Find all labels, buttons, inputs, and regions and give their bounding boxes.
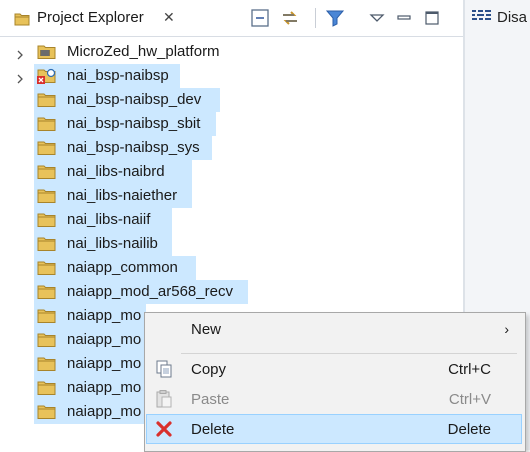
folder-icon	[37, 380, 57, 396]
folder-icon	[37, 188, 57, 204]
tree-item-label: naiapp_mod_ar568_recv	[67, 283, 233, 300]
folder-icon	[37, 116, 57, 132]
tree-item[interactable]: nai_libs-naiether	[0, 184, 444, 208]
tree-item-label: nai_bsp-naibsp_sbit	[67, 115, 201, 132]
tree-item-label: naiapp_mo	[67, 355, 142, 372]
tree-item-label: nai_libs-naiether	[67, 187, 178, 204]
tree-item-label: MicroZed_hw_platform	[67, 43, 220, 60]
folder-icon	[37, 404, 57, 420]
expand-arrow-icon[interactable]	[15, 71, 25, 84]
menu-item-shortcut: Ctrl+V	[448, 391, 491, 408]
tree-item-label: nai_libs-nailib	[67, 235, 158, 252]
context-menu: New › Copy Ctrl+C Paste Ctrl+V Delete De…	[144, 312, 526, 452]
view-menu-icon[interactable]	[366, 7, 388, 29]
project-explorer-icon	[14, 12, 30, 30]
menu-item-new[interactable]: New ›	[147, 315, 521, 343]
tree-item-label: nai_libs-naiif	[67, 211, 151, 228]
tree-item-label: naiapp_mo	[67, 403, 142, 420]
tree-item-label: nai_libs-naibrd	[67, 163, 165, 180]
tree-item[interactable]: nai_libs-naibrd	[0, 160, 444, 184]
folder-icon	[37, 92, 57, 108]
tree-item[interactable]: nai_bsp-naibsp_sbit	[0, 112, 444, 136]
menu-separator	[181, 353, 517, 354]
link-with-editor-icon[interactable]	[279, 7, 301, 29]
menu-item-label: Copy	[191, 361, 227, 378]
tab-disassembly[interactable]: Disa	[472, 9, 527, 26]
menu-item-copy[interactable]: Copy Ctrl+C	[147, 355, 521, 383]
folder-icon	[37, 308, 57, 324]
tree-item[interactable]: naiapp_mod_ar568_recv	[0, 280, 444, 304]
menu-item-shortcut: Ctrl+C	[448, 361, 491, 378]
menu-item-paste[interactable]: Paste Ctrl+V	[147, 385, 521, 413]
tree-item-label: naiapp_mo	[67, 307, 142, 324]
view-tab-bar: Project Explorer ✕	[0, 0, 530, 37]
menu-item-label: New	[191, 321, 222, 338]
tree-item[interactable]: nai_bsp-naibsp	[0, 64, 444, 88]
menu-item-label: Paste	[191, 391, 230, 408]
tree-item[interactable]: nai_bsp-naibsp_sys	[0, 136, 444, 160]
tree-item[interactable]: nai_libs-naiif	[0, 208, 444, 232]
folder-icon	[37, 212, 57, 228]
tree-item[interactable]: MicroZed_hw_platform	[0, 40, 444, 64]
submenu-arrow-icon: ›	[504, 321, 509, 337]
tree-item-label: nai_bsp-naibsp_sys	[67, 139, 200, 156]
hw-platform-icon	[37, 44, 57, 60]
tree-item-label: nai_bsp-naibsp	[67, 67, 169, 84]
paste-icon	[155, 390, 173, 408]
delete-icon	[155, 420, 173, 438]
tab-project-explorer[interactable]: Project Explorer ✕	[0, 0, 188, 36]
expand-arrow-icon[interactable]	[15, 47, 25, 60]
collapse-all-icon[interactable]	[249, 7, 271, 29]
folder-icon	[37, 236, 57, 252]
close-tab-icon[interactable]: ✕	[163, 9, 175, 26]
tree-item-label: naiapp_mo	[67, 379, 142, 396]
tree-item[interactable]: nai_libs-nailib	[0, 232, 444, 256]
tree-item-label: naiapp_common	[67, 259, 178, 276]
menu-item-label: Delete	[191, 421, 235, 438]
folder-icon	[37, 332, 57, 348]
menu-item-shortcut: Delete	[447, 421, 491, 438]
maximize-icon[interactable]	[421, 7, 443, 29]
tree-item-label: naiapp_mo	[67, 331, 142, 348]
tab-label: Project Explorer	[37, 9, 144, 26]
folder-icon	[37, 260, 57, 276]
tree-item[interactable]: nai_bsp-naibsp_dev	[0, 88, 444, 112]
tree-item[interactable]: naiapp_common	[0, 256, 444, 280]
filter-icon[interactable]	[324, 7, 346, 29]
minimize-icon[interactable]	[393, 7, 415, 29]
tree-item-label: nai_bsp-naibsp_dev	[67, 91, 202, 108]
bsp-error-icon	[37, 68, 57, 84]
folder-icon	[37, 284, 57, 300]
folder-icon	[37, 164, 57, 180]
tab-label: Disa	[497, 9, 528, 26]
copy-icon	[155, 360, 173, 378]
folder-icon	[37, 356, 57, 372]
folder-icon	[37, 140, 57, 156]
toolbar-separator	[315, 8, 316, 28]
menu-item-delete[interactable]: Delete Delete	[146, 414, 522, 444]
disassembly-icon	[472, 9, 492, 26]
